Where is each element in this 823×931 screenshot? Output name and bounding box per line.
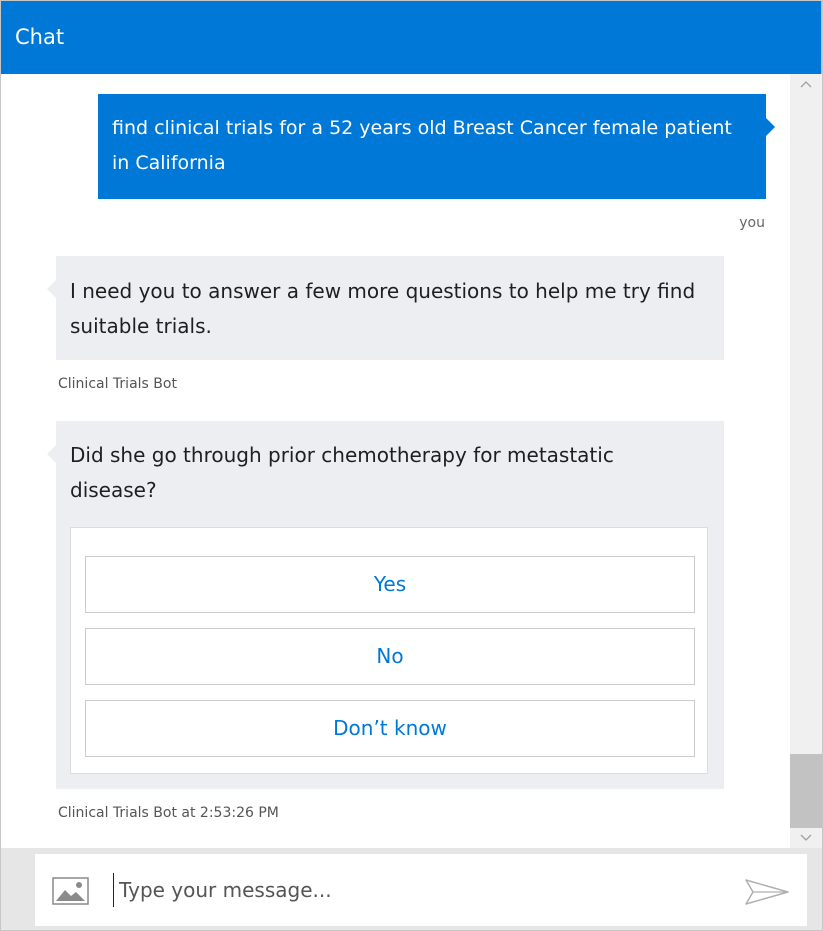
chat-window: Chat find clinical trials for a 52 years… xyxy=(0,0,823,931)
bot-question-text: Did she go through prior chemotherapy fo… xyxy=(70,443,614,502)
message-input-bar xyxy=(1,848,822,930)
message-input-container xyxy=(35,854,807,926)
text-caret xyxy=(113,873,114,907)
bot-message-bubble: I need you to answer a few more question… xyxy=(47,256,724,360)
message-input[interactable] xyxy=(119,871,719,909)
bot-timestamp-label: Clinical Trials Bot at 2:53:26 PM xyxy=(58,805,279,821)
bot-question-card: Did she go through prior chemotherapy fo… xyxy=(47,421,724,789)
yes-button[interactable]: Yes xyxy=(85,556,695,613)
chevron-down-icon[interactable] xyxy=(790,828,822,848)
no-button[interactable]: No xyxy=(85,628,695,685)
scrollbar-thumb[interactable] xyxy=(790,754,822,828)
chat-header-title: Chat xyxy=(1,1,822,74)
dont-know-button[interactable]: Don’t know xyxy=(85,700,695,757)
bot-message-text: I need you to answer a few more question… xyxy=(70,279,696,338)
user-sender-label: you xyxy=(739,215,765,231)
image-upload-icon[interactable] xyxy=(52,877,89,905)
chevron-up-icon[interactable] xyxy=(790,74,822,94)
send-icon[interactable] xyxy=(743,876,791,908)
card-actions: Yes No Don’t know xyxy=(70,527,708,774)
chat-history[interactable]: find clinical trials for a 52 years old … xyxy=(1,74,790,848)
user-message-bubble: find clinical trials for a 52 years old … xyxy=(98,94,775,199)
scrollbar-track[interactable] xyxy=(790,74,822,848)
user-message-text: find clinical trials for a 52 years old … xyxy=(112,117,732,174)
bot-sender-label: Clinical Trials Bot xyxy=(58,376,177,392)
chat-scrollbar[interactable] xyxy=(790,74,822,848)
